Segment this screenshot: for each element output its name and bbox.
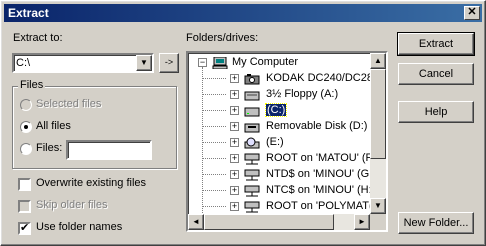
use-folder-names-checkbox[interactable]: ✔ xyxy=(18,222,31,235)
browse-arrow-button[interactable]: -> xyxy=(159,53,179,73)
removable-disk-icon xyxy=(244,123,260,133)
all-files-radio[interactable] xyxy=(20,121,32,133)
overwrite-label: Overwrite existing files xyxy=(36,177,147,189)
expand-icon: + xyxy=(230,169,239,179)
scroll-left-button[interactable]: ◄ xyxy=(188,214,204,230)
chevron-up-icon: ▲ xyxy=(374,56,382,65)
help-button[interactable]: Help xyxy=(398,101,474,123)
expand-icon: + xyxy=(230,73,239,83)
network-drive-icon xyxy=(244,201,260,213)
tree-item-label: ROOT on 'MATOU' (F xyxy=(266,152,373,164)
tree-horizontal-scrollbar[interactable]: ◄ ► xyxy=(188,214,370,230)
scroll-right-button[interactable]: ► xyxy=(354,214,370,230)
close-button[interactable]: ✕ xyxy=(464,6,480,20)
new-folder-button[interactable]: New Folder... xyxy=(398,212,474,234)
expand-icon: + xyxy=(230,153,239,163)
expand-icon: + xyxy=(230,201,239,211)
overwrite-checkbox[interactable] xyxy=(18,178,31,191)
extract-to-value: C:\ xyxy=(16,57,31,69)
tree-root-label: My Computer xyxy=(232,56,299,68)
chevron-left-icon: ◄ xyxy=(192,217,200,226)
extract-button[interactable]: Extract xyxy=(397,32,475,56)
scroll-up-button[interactable]: ▲ xyxy=(370,53,386,69)
scroll-thumb[interactable] xyxy=(370,69,386,159)
expand-icon: + xyxy=(230,121,239,131)
window-title: Extract xyxy=(8,6,49,20)
tree-item-label: ROOT on 'POLYMAT( xyxy=(266,200,373,212)
use-folder-names-label: Use folder names xyxy=(36,221,123,233)
cd-drive-icon xyxy=(244,137,260,149)
expand-icon: + xyxy=(230,89,239,99)
extract-to-label: Extract to: xyxy=(13,32,63,44)
all-files-label: All files xyxy=(36,120,71,132)
skip-older-label: Skip older files xyxy=(36,199,108,211)
extract-to-combo[interactable]: C:\ ▼ xyxy=(12,53,154,73)
files-group-legend: Files xyxy=(18,79,46,91)
folder-tree[interactable]: − My Computer + KODAK DC240/DC28 +3½ Flopp… xyxy=(186,51,388,232)
checkmark-icon: ✔ xyxy=(20,222,30,234)
tree-item-label: NTD$ on 'MINOU' (G: xyxy=(266,168,373,180)
scroll-down-button[interactable]: ▼ xyxy=(370,198,386,214)
combo-dropdown-button[interactable]: ▼ xyxy=(136,55,152,71)
collapse-icon: − xyxy=(198,57,207,67)
expand-icon: + xyxy=(230,105,239,115)
title-bar: Extract ✕ xyxy=(4,4,482,22)
network-drive-icon xyxy=(244,185,260,197)
skip-older-checkbox[interactable] xyxy=(18,200,31,213)
selected-files-radio[interactable] xyxy=(20,99,32,111)
network-drive-icon xyxy=(244,153,260,165)
arrow-right-icon: -> xyxy=(164,57,174,67)
tree-item-label: (E:) xyxy=(266,136,284,148)
chevron-down-icon: ▼ xyxy=(374,201,382,210)
tree-item-label: (C:) xyxy=(264,103,288,117)
folders-label: Folders/drives: xyxy=(186,32,259,44)
expand-icon: + xyxy=(230,137,239,147)
expand-icon: + xyxy=(230,185,239,195)
camera-icon xyxy=(244,74,260,85)
hard-drive-icon xyxy=(244,107,260,117)
close-icon: ✕ xyxy=(467,6,477,18)
files-pattern-label: Files: xyxy=(36,142,63,154)
tree-item-label: KODAK DC240/DC28 xyxy=(266,72,373,84)
scroll-corner xyxy=(370,214,386,230)
tree-vertical-scrollbar[interactable]: ▲ ▼ xyxy=(370,53,386,214)
hscroll-thumb[interactable] xyxy=(204,214,334,230)
tree-item-label: 3½ Floppy (A:) xyxy=(266,88,339,100)
floppy-icon xyxy=(244,91,260,101)
files-pattern-radio[interactable] xyxy=(20,143,32,155)
chevron-right-icon: ► xyxy=(358,217,366,226)
extract-dialog: Extract ✕ Extract to: C:\ ▼ -> Files Sel… xyxy=(0,0,486,246)
computer-icon xyxy=(212,57,228,69)
selected-files-label: Selected files xyxy=(36,98,102,110)
chevron-down-icon: ▼ xyxy=(140,58,148,67)
tree-item-label: Removable Disk (D:) xyxy=(266,120,368,132)
cancel-button[interactable]: Cancel xyxy=(398,63,474,85)
tree-item-label: NTC$ on 'MINOU' (H: xyxy=(266,184,372,196)
network-drive-icon xyxy=(244,169,260,181)
files-pattern-input[interactable] xyxy=(66,140,152,160)
